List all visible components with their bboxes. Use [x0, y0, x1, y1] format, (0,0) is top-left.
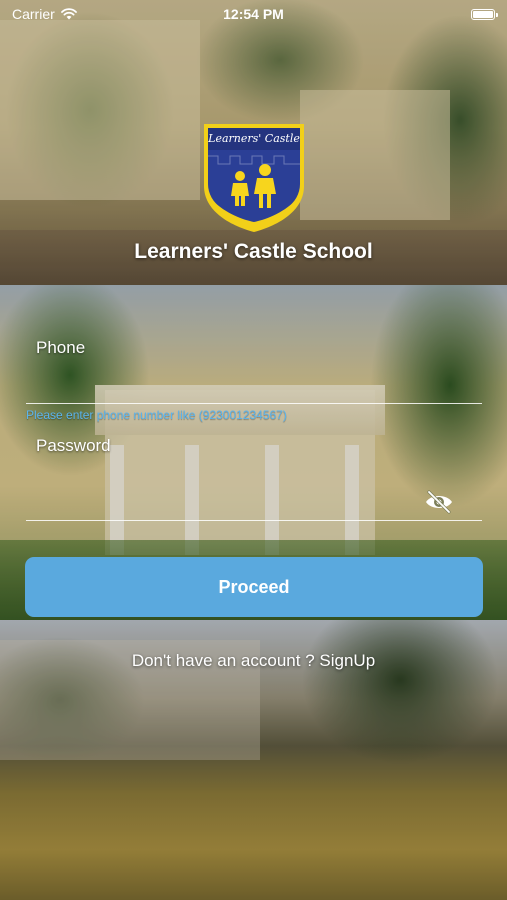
school-name: Learners' Castle School — [134, 240, 373, 263]
phone-input[interactable] — [26, 366, 482, 404]
carrier-label: Carrier — [12, 6, 55, 22]
signup-row: Don't have an account ? SignUp — [0, 651, 507, 671]
logo-text: Learners' Castle — [207, 132, 300, 145]
school-logo: Learners' Castle — [204, 124, 304, 232]
phone-label: Phone — [36, 338, 86, 357]
status-time: 12:54 PM — [223, 6, 284, 22]
password-label: Password — [36, 436, 111, 455]
eye-slash-icon[interactable] — [424, 490, 454, 514]
wifi-icon — [60, 8, 77, 20]
signup-link[interactable]: SignUp — [319, 651, 375, 670]
battery-icon — [471, 8, 498, 20]
phone-hint: Please enter phone number like (92300123… — [26, 408, 287, 422]
password-input[interactable] — [26, 483, 482, 521]
status-left: Carrier — [12, 6, 77, 22]
status-bar: Carrier 12:54 PM — [0, 0, 507, 28]
proceed-button[interactable]: Proceed — [25, 557, 483, 617]
signup-prompt: Don't have an account ? — [131, 651, 315, 670]
